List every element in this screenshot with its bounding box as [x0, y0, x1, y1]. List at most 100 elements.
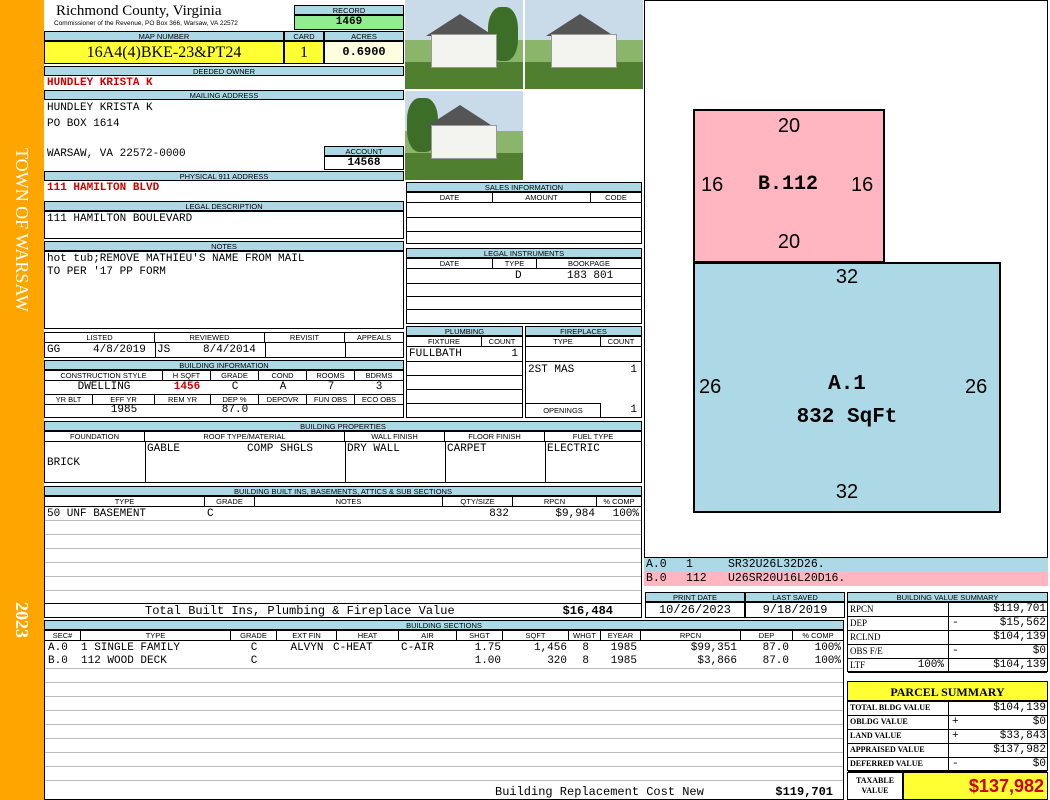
sec-row-a-extfin: ALVYN	[290, 642, 324, 654]
value-summary-label: RCLND	[850, 632, 881, 642]
account-label: ACCOUNT	[324, 146, 404, 156]
mail-line1: HUNDLEY KRISTA K	[47, 102, 153, 114]
value-summary-label: LTF	[850, 660, 866, 670]
legend-b-code: B.0	[646, 572, 667, 585]
builtins-total: $16,484	[562, 604, 613, 618]
deeded-owner: HUNDLEY KRISTA K	[47, 77, 153, 89]
parcel-row: LAND VALUE + $33,843	[848, 730, 1047, 744]
deeded-owner-label: DEEDED OWNER	[44, 66, 404, 76]
parcel-label: OBLDG VALUE	[850, 717, 908, 726]
legend-b-num: 112	[686, 572, 707, 585]
bi-ecoobs-header: ECO OBS	[355, 394, 403, 405]
legend-a-path: SR32U26L32D26.	[728, 558, 825, 571]
sec-row-b-comp: 100%	[814, 655, 841, 667]
bi-grade-col-header: GRADE	[205, 497, 255, 507]
sec-type-header: TYPE	[81, 631, 231, 641]
sec-row-a-air: C-AIR	[401, 642, 435, 654]
record-label: RECORD	[294, 5, 404, 15]
li-type-header: TYPE	[493, 259, 537, 269]
li-bookpage-header: BOOKPAGE	[537, 259, 641, 269]
plumbing-count-header: COUNT	[482, 337, 522, 347]
bi-rpcn-header: RPCN	[513, 497, 597, 507]
sec-row-a-heat: C-HEAT	[333, 642, 373, 654]
parcel-value: $33,843	[999, 730, 1046, 742]
mail-line3: WARSAW, VA 22572-0000	[47, 148, 186, 160]
value-summary-pct: 100%	[917, 659, 944, 671]
house-photo-3	[405, 91, 523, 180]
notes-line2: TO PER '17 PP FORM	[47, 266, 166, 278]
sketch-legend-b: B.0 112 U26SR20U16L20D16.	[644, 572, 1048, 586]
builtins-table: TYPE GRADE NOTES QTY/SIZE RPCN % COMP 50…	[44, 496, 642, 618]
prop-floor-header: FLOOR FINISH	[445, 432, 545, 442]
value-summary-row: LTF 100% $104,139	[848, 659, 1047, 673]
parcel-row: TOTAL BLDG VALUE $104,139	[848, 702, 1047, 716]
taxable-label-line1: TAXABLE	[855, 776, 895, 785]
sec-rpcn-header: RPCN	[641, 631, 741, 641]
bi-yrblt-header: YR BLT	[45, 394, 93, 405]
sec-row-b-grade: C	[250, 655, 258, 667]
legal-description: 111 HAMILTON BOULEVARD	[47, 213, 193, 225]
parcel-label: APPRAISED VALUE	[850, 745, 925, 754]
li-date-header: DATE	[407, 259, 493, 269]
sec-row-a-shgt: 1.75	[474, 642, 501, 654]
sketch-b-top: 20	[777, 115, 801, 137]
appeals-label: APPEALS	[345, 333, 403, 343]
prop-wall-header: WALL FINISH	[345, 432, 445, 442]
fireplace-count-header: COUNT	[601, 337, 641, 347]
replacement-label: Building Replacement Cost New	[495, 785, 704, 799]
building-info-title: BUILDING INFORMATION	[44, 360, 404, 370]
physical-label: PHYSICAL 911 ADDRESS	[44, 171, 404, 181]
print-date-label: PRINT DATE	[645, 592, 745, 602]
builtins-title: BUILDING BUILT INS, BASEMENTS, ATTICS & …	[44, 486, 642, 496]
sec-row-a-dep: 87.0	[762, 642, 789, 654]
li-type: D	[515, 270, 522, 282]
plumbing-fixture: FULLBATH	[409, 348, 462, 360]
sales-table: DATE AMOUNT CODE	[406, 192, 642, 244]
fireplaces-title: FIREPLACES	[525, 326, 642, 336]
sec-row-a-num: A.0	[48, 642, 68, 654]
sidebar: TOWN OF WARSAW 2023	[0, 0, 44, 800]
sec-row-b-sqft: 320	[547, 655, 567, 667]
bi-cond-header: COND	[259, 371, 307, 381]
account-value: 14568	[324, 156, 404, 170]
sketch-b-left: 16	[701, 174, 724, 196]
taxable-value: $137,982	[903, 772, 1048, 800]
bi-depovr-header: DEPOVR	[259, 394, 307, 405]
town-label: TOWN OF WARSAW	[12, 148, 32, 312]
reviewed-date: 8/4/2014	[203, 344, 256, 356]
reviewed-by: JS	[157, 344, 171, 356]
parcel-summary-table: TOTAL BLDG VALUE $104,139 OBLDG VALUE + $0 LA…	[847, 701, 1048, 772]
sec-row-a-grade: C	[250, 642, 258, 654]
map-number-label: MAP NUMBER	[44, 31, 284, 41]
sketch-a-label: A.1	[828, 373, 866, 396]
bi-notes-header: NOTES	[255, 497, 443, 507]
bi-cond: A	[279, 381, 287, 393]
bi-dep: 87.0	[221, 404, 249, 416]
county-title: Richmond County, Virginia	[56, 3, 222, 19]
plumbing-fixture-header: FIXTURE	[407, 337, 482, 347]
building-properties-table: FOUNDATION ROOF TYPE/MATERIAL WALL FINIS…	[44, 431, 642, 483]
card-value: 1	[284, 41, 324, 64]
bi-effyr: 1985	[110, 404, 138, 416]
value-summary-value: $119,701	[993, 603, 1046, 615]
parcel-row: OBLDG VALUE + $0	[848, 716, 1047, 730]
notes-box: hot tub;REMOVE MATHIEU'S NAME FROM MAIL …	[44, 251, 404, 329]
bi-grade-header: GRADE	[211, 371, 259, 381]
sec-extfin-header: EXT FIN	[277, 631, 337, 641]
sketch-legend-a: A.0 1 SR32U26L32D26.	[644, 558, 1048, 572]
prop-floor: CARPET	[447, 443, 487, 455]
bi-type-header: TYPE	[45, 497, 205, 507]
value-summary-table: RPCN $119,701 DEP - $15,562 RCLND $104,139 OBS …	[847, 602, 1048, 673]
builtin-row-qty: 832	[489, 508, 509, 520]
mailing-label: MAILING ADDRESS	[44, 90, 404, 100]
bi-style: DWELLING	[77, 381, 131, 393]
year-label: 2023	[12, 602, 32, 638]
sec-row-a-type: 1 SINGLE FAMILY	[81, 642, 181, 654]
sec-shgt-header: SHGT	[457, 631, 503, 641]
parcel-value: $137,982	[993, 744, 1046, 756]
sec-comp-header: % COMP	[793, 631, 843, 641]
sec-row-b-rpcn: $3,866	[697, 655, 737, 667]
card-label: CARD	[284, 31, 324, 41]
sec-row-a-whgt: 8	[582, 642, 589, 654]
sec-row-a-rpcn: $99,351	[690, 642, 737, 654]
